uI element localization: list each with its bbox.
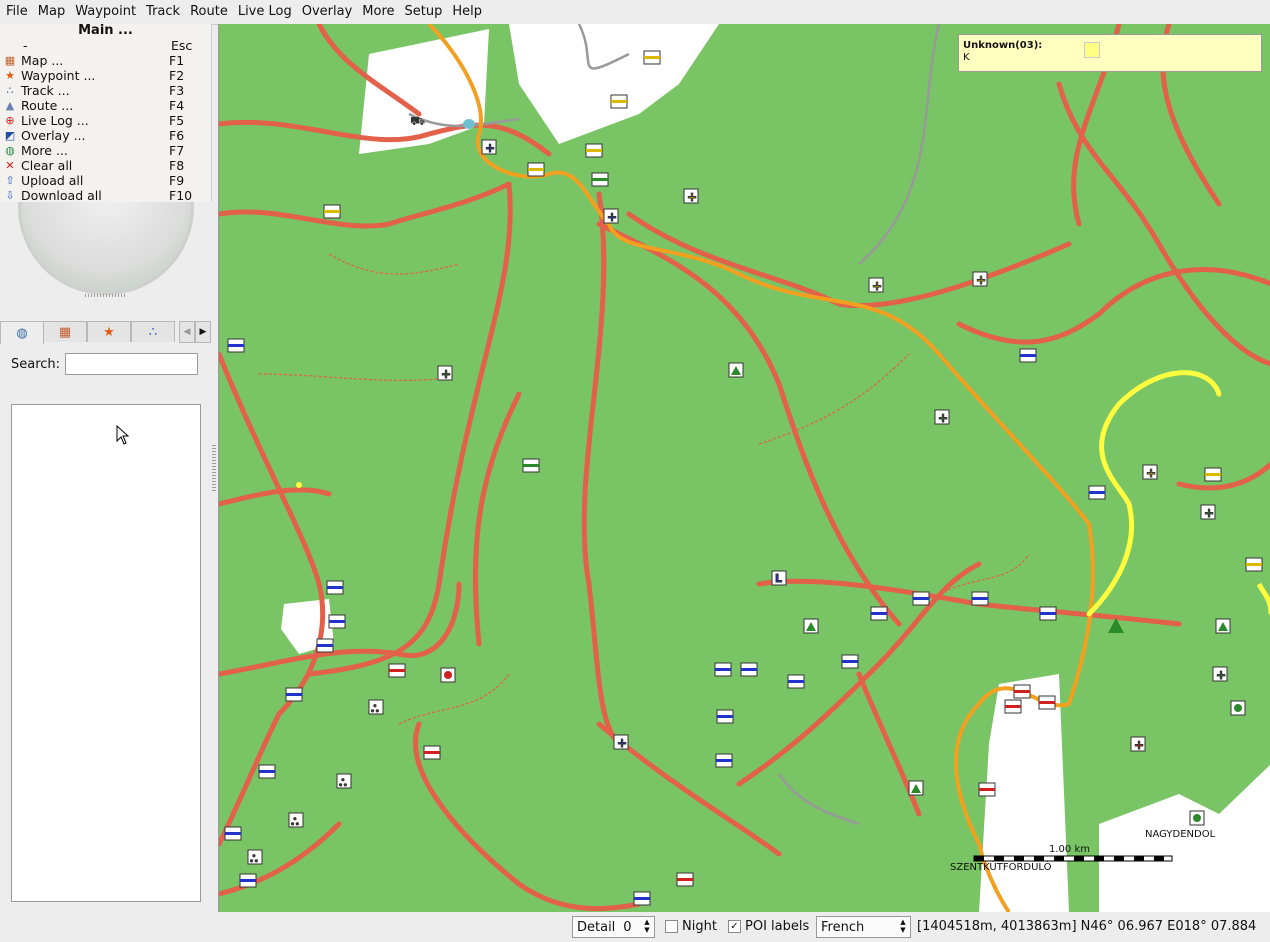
menu-item-separator[interactable]: - Esc	[0, 38, 211, 53]
menu-item-clear-all[interactable]: ✕ Clear all F8	[0, 158, 211, 173]
menu-item-waypoint[interactable]: ★ Waypoint ... F2	[0, 68, 211, 83]
route-icon: ▲	[5, 99, 15, 112]
globe-image	[18, 194, 194, 299]
svg-text:+: +	[441, 367, 451, 381]
info-subtitle: K	[963, 52, 970, 63]
coordinates-readout: [1404518m, 4013863m] N46° 06.967 E018° 0…	[917, 919, 1257, 934]
menu-map[interactable]: Map	[34, 0, 69, 24]
menu-more[interactable]: More	[358, 0, 398, 24]
svg-text:+: +	[938, 411, 948, 425]
track-icon: ∴	[6, 84, 14, 97]
search-label: Search:	[11, 357, 61, 372]
menu-item-upload-all[interactable]: ⇧ Upload all F9	[0, 173, 211, 188]
menu-item-overlay[interactable]: ◩ Overlay ... F6	[0, 128, 211, 143]
tab-map[interactable]: ▦	[43, 321, 87, 342]
tab-track[interactable]: ∴	[131, 321, 175, 342]
main-menu-dropdown: Main ... - Esc ▦ Map ... F1 ★ Waypoint ... F2…	[0, 23, 212, 203]
menu-file[interactable]: File	[2, 0, 32, 24]
search-input[interactable]	[65, 353, 198, 375]
upload-icon: ⇧	[5, 174, 15, 187]
night-checkbox[interactable]	[665, 920, 678, 933]
arrow-right-icon: ▶	[199, 327, 207, 337]
menu-item-track[interactable]: ∴ Track ... F3	[0, 83, 211, 98]
search-results-list[interactable]	[11, 404, 201, 902]
select-arrows-icon: ▲ ▼	[900, 918, 906, 934]
menu-setup[interactable]: Setup	[401, 0, 447, 24]
map-icon: ▦	[58, 324, 72, 340]
star-icon: ★	[5, 69, 15, 82]
svg-text:ஃ: ஃ	[250, 854, 258, 865]
menu-item-map[interactable]: ▦ Map ... F1	[0, 53, 211, 68]
svg-text:+: +	[1216, 668, 1226, 682]
svg-text:+: +	[1134, 738, 1144, 752]
svg-text:⛟: ⛟	[410, 114, 425, 128]
download-icon: ⇩	[5, 189, 15, 202]
sidebar-tabs: ◍ ▦ ★ ∴ ◀ ▶	[0, 321, 212, 344]
detail-label: Detail	[577, 919, 616, 935]
language-select[interactable]: French ▲ ▼	[816, 916, 911, 938]
menu-live-log[interactable]: Live Log	[234, 0, 296, 24]
svg-text:ஃ: ஃ	[339, 778, 347, 789]
menu-item-route[interactable]: ▲ Route ... F4	[0, 98, 211, 113]
info-title: Unknown(03):	[963, 40, 1043, 51]
star-icon: ★	[103, 324, 115, 340]
map-icon: ▦	[4, 54, 16, 67]
menu-overlay[interactable]: Overlay	[298, 0, 357, 24]
svg-text:+: +	[976, 273, 986, 287]
tab-waypoint[interactable]: ★	[87, 321, 131, 342]
place-label-nagydendol: NAGYDENDOL	[1145, 829, 1216, 840]
map-info-box: Unknown(03): K	[958, 34, 1262, 72]
clear-icon: ✕	[5, 159, 15, 172]
tab-search[interactable]: ◍	[0, 321, 44, 344]
info-swatch	[1084, 42, 1100, 58]
menu-item-more[interactable]: ◍ More ... F7	[0, 143, 211, 158]
menu-waypoint[interactable]: Waypoint	[71, 0, 140, 24]
menu-track[interactable]: Track	[142, 0, 184, 24]
poi-labels-checkbox[interactable]: ✓	[728, 920, 741, 933]
svg-text:+: +	[872, 279, 882, 293]
spin-arrows-icon: ▲ ▼	[644, 918, 650, 934]
svg-text:ஃ: ஃ	[371, 704, 379, 715]
checkmark-icon: ✓	[730, 921, 739, 932]
detail-spinner[interactable]: Detail 0 ▲ ▼	[572, 916, 655, 938]
globe-icon: ◍	[16, 325, 28, 341]
svg-text:+: +	[617, 736, 627, 750]
menu-item-download-all[interactable]: ⇩ Download all F10	[0, 188, 211, 203]
panel-splitter[interactable]	[212, 445, 216, 493]
map-canvas[interactable]: + + + + + + + + + + + + L ஃ ஃ ஃ ஃ ⛟ 1.00…	[219, 24, 1270, 912]
track-icon: ∴	[148, 324, 158, 340]
night-label: Night	[682, 919, 717, 934]
globe-icon: ◍	[5, 144, 15, 157]
resize-grip[interactable]	[85, 294, 125, 297]
svg-text:+: +	[687, 190, 697, 204]
scale-label: 1.00 km	[1049, 844, 1090, 855]
tab-scroll-right[interactable]: ▶	[195, 321, 211, 343]
menu-item-live-log[interactable]: ⊕ Live Log ... F5	[0, 113, 211, 128]
menu-bar: File Map Waypoint Track Route Live Log O…	[0, 0, 1270, 25]
livelog-icon: ⊕	[5, 114, 15, 127]
svg-text:+: +	[1146, 466, 1156, 480]
dropdown-title: Main ...	[78, 23, 133, 38]
overlay-icon: ◩	[4, 129, 16, 142]
svg-text:L: L	[775, 572, 782, 585]
place-label-szentkut: SZENTKÚTFORDULÓ	[950, 860, 1052, 873]
svg-text:+: +	[607, 210, 617, 224]
svg-text:+: +	[485, 141, 495, 155]
map-view[interactable]: + + + + + + + + + + + + L ஃ ஃ ஃ ஃ ⛟ 1.00…	[218, 24, 1270, 912]
detail-value: 0	[623, 919, 632, 935]
poi-labels-label: POI labels	[745, 919, 810, 934]
status-bar: Detail 0 ▲ ▼ Night ✓ POI labels French ▲ ▼…	[0, 912, 1270, 942]
menu-route[interactable]: Route	[186, 0, 232, 24]
language-value: French	[821, 919, 865, 935]
arrow-left-icon: ◀	[183, 327, 191, 337]
tab-scroll-left[interactable]: ◀	[179, 321, 195, 343]
svg-text:ஃ: ஃ	[291, 817, 299, 828]
menu-help[interactable]: Help	[448, 0, 486, 24]
svg-text:+: +	[1204, 506, 1214, 520]
